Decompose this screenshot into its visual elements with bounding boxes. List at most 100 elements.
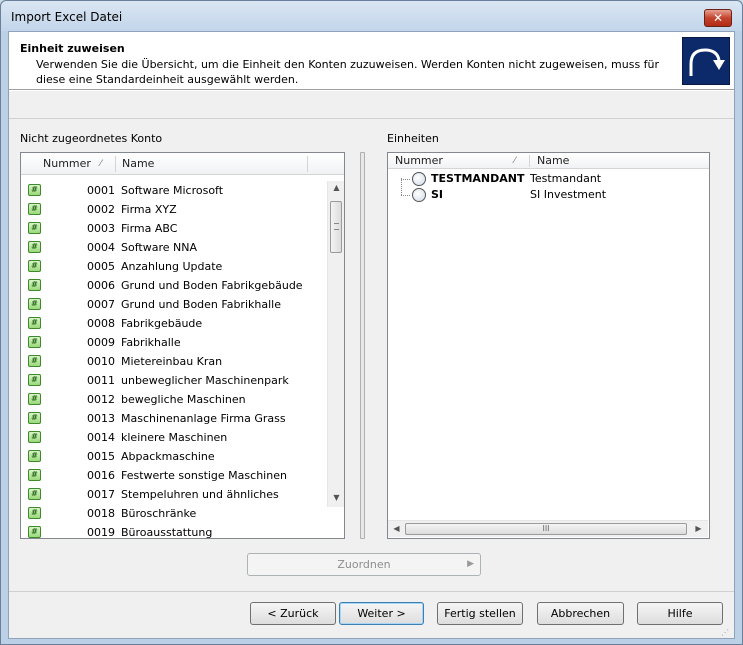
table-row[interactable]: #0018 Büroschränke [21, 504, 327, 523]
close-button[interactable]: ✕ [704, 9, 732, 27]
account-name: Festwerte sonstige Maschinen [121, 469, 287, 482]
assign-button-label: Zuordnen [337, 558, 391, 571]
column-separator[interactable] [115, 156, 116, 172]
account-icon: # [28, 374, 41, 386]
header-separator [9, 90, 734, 91]
column-separator[interactable] [529, 155, 530, 167]
arrow-right-icon: ▶ [467, 559, 474, 569]
account-number: 0018 [87, 507, 115, 520]
table-row[interactable]: #0013 Maschinenanlage Firma Grass [21, 409, 327, 428]
table-row[interactable]: #0010 Mietereinbau Kran [21, 352, 327, 371]
account-name: Büroschränke [121, 507, 197, 520]
account-icon: # [28, 336, 41, 348]
account-name: unbeweglicher Maschinenpark [121, 374, 289, 387]
table-row[interactable]: #0008 Fabrikgebäude [21, 314, 327, 333]
scroll-right-icon[interactable]: ▶ [690, 524, 707, 533]
account-number: 0006 [87, 279, 115, 292]
account-icon: # [28, 450, 41, 462]
accounts-rows: #0001 Software Microsoft #0002 Firma XYZ #… [21, 181, 327, 539]
table-row[interactable]: #0012 bewegliche Maschinen [21, 390, 327, 409]
scrollbar-thumb[interactable]: III [405, 523, 687, 535]
accounts-list-header: Nummer ⁄ Name [21, 153, 344, 175]
account-icon: # [28, 260, 41, 272]
table-row[interactable]: #0004 Software NNA [21, 238, 327, 257]
back-button[interactable]: < Zurück [250, 602, 336, 625]
account-icon: # [28, 488, 41, 500]
table-row[interactable]: #0007 Grund und Boden Fabrikhalle [21, 295, 327, 314]
wizard-step-description: Verwenden Sie die Übersicht, um die Einh… [36, 58, 660, 86]
account-icon: # [28, 298, 41, 310]
scroll-left-icon[interactable]: ◀ [388, 524, 405, 533]
account-name: Software NNA [121, 241, 197, 254]
unit-number: SI [431, 188, 444, 201]
table-row[interactable]: #0011 unbeweglicher Maschinenpark [21, 371, 327, 390]
tree-node-testmandant[interactable]: TESTMANDANT Testmandant [388, 171, 708, 187]
account-number: 0017 [87, 488, 115, 501]
account-icon: # [28, 393, 41, 405]
table-row[interactable]: #0006 Grund und Boden Fabrikgebäude [21, 276, 327, 295]
cancel-button[interactable]: Abbrechen [537, 602, 624, 625]
account-number: 0004 [87, 241, 115, 254]
column-header-number[interactable]: Nummer [43, 153, 91, 175]
scroll-up-icon[interactable]: ▲ [328, 183, 344, 192]
account-name: kleinere Maschinen [121, 431, 228, 444]
account-number: 0005 [87, 260, 115, 273]
assign-button[interactable]: Zuordnen ▶ [247, 553, 481, 576]
account-name: bewegliche Maschinen [121, 393, 246, 406]
account-icon: # [28, 526, 41, 538]
column-header-number[interactable]: Nummer [395, 153, 443, 169]
tree-node-si[interactable]: SI SI Investment [388, 187, 708, 203]
column-separator[interactable] [307, 156, 308, 172]
account-number: 0010 [87, 355, 115, 368]
table-row[interactable]: #0009 Fabrikhalle [21, 333, 327, 352]
close-icon: ✕ [712, 11, 724, 25]
unit-icon [412, 188, 426, 202]
table-row[interactable]: #0003 Firma ABC [21, 219, 327, 238]
account-name: Abpackmaschine [121, 450, 215, 463]
units-label: Einheiten [387, 132, 439, 145]
account-icon: # [28, 203, 41, 215]
column-header-name[interactable]: Name [122, 153, 154, 175]
accounts-label: Nicht zugeordnetes Konto [20, 132, 163, 145]
account-number: 0013 [87, 412, 115, 425]
account-name: Software Microsoft [121, 184, 224, 197]
column-header-name[interactable]: Name [537, 153, 569, 169]
accounts-vertical-scrollbar[interactable]: ▲ ▼ [327, 181, 344, 507]
account-icon: # [28, 222, 41, 234]
section-separator [9, 118, 734, 119]
account-name: Firma XYZ [121, 203, 177, 216]
account-icon: # [28, 469, 41, 481]
finish-button[interactable]: Fertig stellen [437, 602, 523, 625]
next-button[interactable]: Weiter > [339, 602, 424, 625]
dialog-client-area: Einheit zuweisen Verwenden Sie die Übers… [8, 31, 735, 639]
unit-number: TESTMANDANT [431, 172, 525, 185]
title-bar: Import Excel Datei ✕ [1, 1, 742, 31]
account-name: Grund und Boden Fabrikgebäude [121, 279, 303, 292]
table-row[interactable]: #0019 Büroausstattung [21, 523, 327, 539]
table-row[interactable]: #0015 Abpackmaschine [21, 447, 327, 466]
scrollbar-thumb[interactable] [330, 201, 342, 253]
account-icon: # [28, 317, 41, 329]
table-row[interactable]: #0014 kleinere Maschinen [21, 428, 327, 447]
table-row[interactable]: #0005 Anzahlung Update [21, 257, 327, 276]
account-name: Büroausstattung [121, 526, 213, 539]
units-horizontal-scrollbar[interactable]: ◀ III ▶ [388, 520, 708, 537]
table-row[interactable]: #0002 Firma XYZ [21, 200, 327, 219]
account-name: Fabrikhalle [121, 336, 181, 349]
account-number: 0007 [87, 298, 115, 311]
accounts-list[interactable]: Nummer ⁄ Name #0001 Software Microsoft #0… [20, 152, 345, 539]
panel-splitter[interactable] [360, 152, 365, 539]
help-button[interactable]: Hilfe [637, 602, 723, 625]
units-tree[interactable]: Nummer ⁄ Name TESTMANDANT Testmandant SI… [387, 152, 710, 539]
table-row[interactable]: #0017 Stempeluhren und ähnliches [21, 485, 327, 504]
table-row[interactable]: #0001 Software Microsoft [21, 181, 327, 200]
resize-grip-icon[interactable]: ⋰ [721, 628, 731, 638]
sort-indicator-icon: ⁄ [100, 159, 102, 169]
scroll-down-icon[interactable]: ▼ [328, 493, 344, 502]
account-number: 0019 [87, 526, 115, 539]
account-icon: # [28, 507, 41, 519]
unit-icon [412, 172, 426, 186]
account-number: 0016 [87, 469, 115, 482]
account-name: Grund und Boden Fabrikhalle [121, 298, 281, 311]
table-row[interactable]: #0016 Festwerte sonstige Maschinen [21, 466, 327, 485]
